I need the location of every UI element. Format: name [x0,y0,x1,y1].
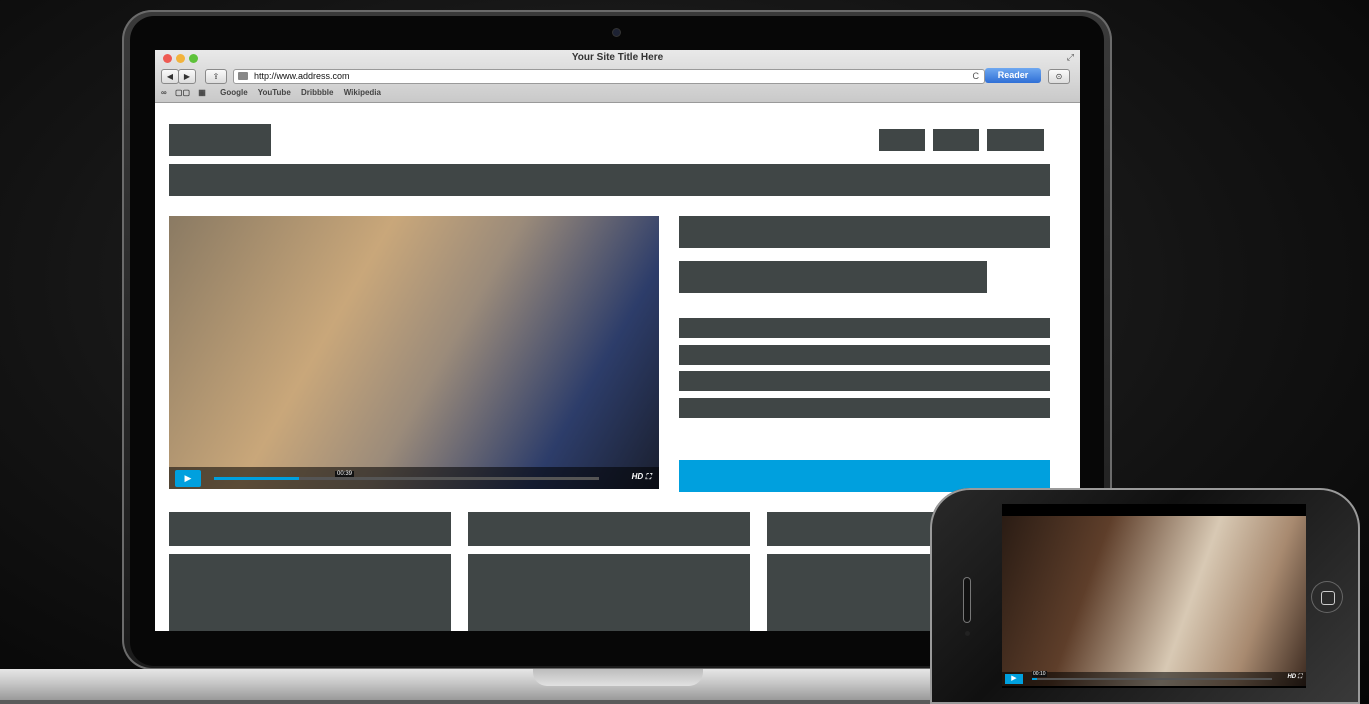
top-sites-icon[interactable]: ▦ [198,88,206,97]
phone-hd-toggle[interactable]: HD ⛶ [1287,674,1302,681]
phone-speaker [964,578,970,622]
card-body-1 [169,554,451,631]
home-square-icon [1321,591,1335,605]
bookmark-google[interactable]: Google [220,88,248,97]
phone-video-player[interactable]: ▶ 00:10 HD ⛶ [1002,516,1306,686]
laptop-base-edge [0,700,1000,704]
card-title-1 [169,512,451,546]
phone-play-button[interactable]: ▶ [1005,674,1023,684]
bookmark-dribbble[interactable]: Dribbble [301,88,333,97]
laptop-notch [533,669,703,686]
forward-button[interactable]: ▶ [178,69,196,84]
hd-toggle[interactable]: HD ⛶ [632,472,651,482]
video-progress-fill [214,477,299,480]
browser-toolbar: Your Site Title Here ⤢ ◀ ▶ ⇪ http://www.… [155,50,1080,103]
downloads-button[interactable]: ⊙ [1048,69,1070,84]
reader-button[interactable]: Reader [985,68,1041,83]
video-controls: ▶ 00:39 HD ⛶ [169,467,659,489]
card-title-2 [468,512,750,546]
main-nav-bar [169,164,1050,196]
headline-line-1 [679,216,1050,248]
reload-icon[interactable]: C [973,70,980,83]
nav-item-2[interactable] [933,129,979,151]
bookmark-wikipedia[interactable]: Wikipedia [344,88,381,97]
share-button[interactable]: ⇪ [205,69,227,84]
bookmark-youtube[interactable]: YouTube [258,88,291,97]
card-body-2 [468,554,750,631]
favicon-icon [238,72,248,80]
text-line-3 [679,371,1050,391]
video-time: 00:39 [335,471,355,477]
fullscreen-icon[interactable]: ⤢ [1067,52,1074,63]
site-logo-placeholder[interactable] [169,124,271,156]
video-progress-bar[interactable]: 00:39 [214,471,599,480]
laptop-base [0,669,1000,704]
bookmarks-icon[interactable]: ▢▢ [175,88,190,97]
play-button[interactable]: ▶ [175,470,201,487]
window-title: Your Site Title Here [571,52,664,63]
phone-screen: ▶ 00:10 HD ⛶ [1002,504,1306,688]
address-bar[interactable]: http://www.address.com C [233,69,985,84]
phone-video-time: 00:10 [1032,671,1047,677]
nav-item-3[interactable] [987,129,1044,151]
video-player[interactable]: ▶ 00:39 HD ⛶ [169,216,659,489]
address-text: http://www.address.com [254,71,350,81]
text-line-4 [679,398,1050,418]
back-button[interactable]: ◀ [161,69,179,84]
nav-item-1[interactable] [879,129,925,151]
phone-progress-bar[interactable]: 00:10 [1032,671,1272,680]
home-button[interactable] [1312,582,1342,612]
text-line-1 [679,318,1050,338]
text-line-2 [679,345,1050,365]
phone-progress-fill [1032,678,1037,680]
headline-line-2 [679,261,987,293]
reading-list-icon[interactable]: ∞ [161,88,167,97]
bookmarks-bar: ∞ ▢▢ ▦ Google YouTube Dribbble Wikipedia [155,88,389,100]
phone-camera-icon [965,631,970,636]
camera-icon [613,29,620,36]
phone-video-controls: ▶ 00:10 HD ⛶ [1002,671,1306,686]
